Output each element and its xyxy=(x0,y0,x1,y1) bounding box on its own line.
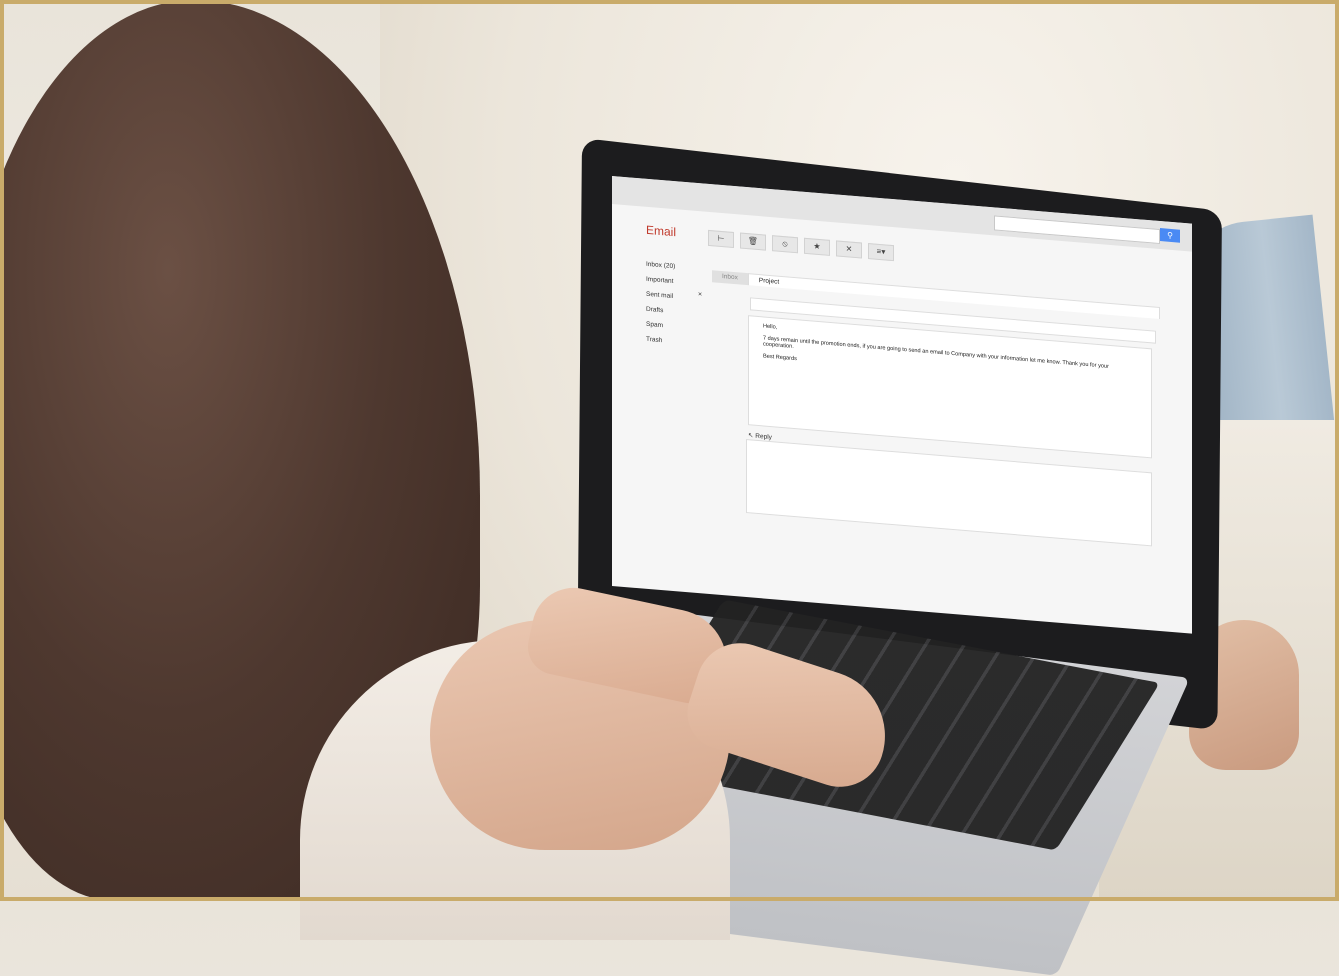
menu-icon[interactable]: ≡▾ xyxy=(868,243,894,262)
toolbar: ⊢ 🗑 ⦸ ★ ✕ ≡▾ xyxy=(708,229,894,262)
flag-icon[interactable]: ⊢ xyxy=(708,229,734,249)
reply-textarea[interactable] xyxy=(746,439,1152,547)
search-button[interactable]: ⚲ xyxy=(1160,228,1180,243)
close-icon[interactable]: × xyxy=(698,291,702,298)
search-icon: ⚲ xyxy=(1167,230,1173,241)
sidebar: Inbox (20) Important Sent mail Drafts Sp… xyxy=(646,261,675,353)
block-icon[interactable]: ⦸ xyxy=(772,235,798,254)
star-icon[interactable]: ★ xyxy=(804,237,830,256)
tab-inbox[interactable]: Inbox xyxy=(712,270,748,286)
close-icon[interactable]: ✕ xyxy=(836,240,862,259)
email-screen: ⚲ Email ⊢ 🗑 ⦸ ★ ✕ ≡▾ Inbox (20) Importan… xyxy=(612,176,1192,634)
app-brand: Email xyxy=(646,222,677,240)
trash-icon[interactable]: 🗑 xyxy=(740,232,766,251)
search-input[interactable] xyxy=(994,215,1160,245)
sidebar-item-trash[interactable]: Trash xyxy=(646,336,675,353)
